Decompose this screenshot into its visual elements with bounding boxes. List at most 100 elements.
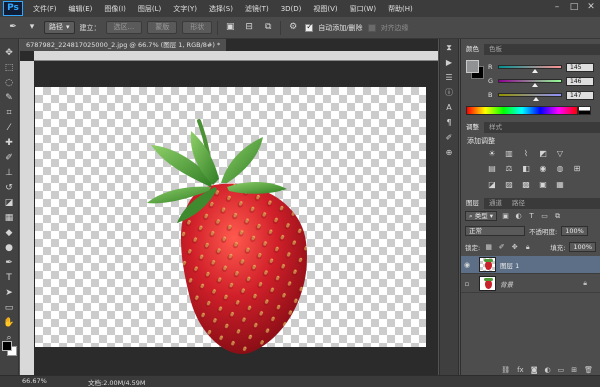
- tab-color[interactable]: 颜色: [461, 44, 484, 55]
- eraser-tool-icon[interactable]: ◪: [2, 197, 16, 209]
- minimize-icon[interactable]: –: [550, 1, 564, 14]
- lock-position-icon[interactable]: ✥: [510, 243, 519, 252]
- menu-layer[interactable]: 图层(L): [132, 4, 167, 14]
- tab-layers[interactable]: 图层: [461, 198, 484, 209]
- menu-3d[interactable]: 3D(D): [275, 5, 308, 13]
- layer-row-background[interactable]: ▫ 背景 🔒︎: [461, 275, 600, 293]
- make-shape-button[interactable]: 形状: [182, 21, 213, 34]
- actions-icon[interactable]: ▶: [443, 58, 455, 68]
- channel-mixer-icon[interactable]: ◍: [555, 164, 565, 173]
- rectangle-tool-icon[interactable]: ▭: [2, 302, 16, 314]
- tab-channels[interactable]: 通道: [484, 198, 507, 209]
- gradient-tool-icon[interactable]: ▦: [2, 212, 16, 224]
- red-value-input[interactable]: 145: [566, 62, 594, 72]
- green-slider[interactable]: [498, 79, 562, 87]
- marquee-tool-icon[interactable]: ⬚: [2, 62, 16, 74]
- gear-icon[interactable]: ⚙: [286, 21, 300, 34]
- quick-select-tool-icon[interactable]: ✎: [2, 92, 16, 104]
- black-white-ramp[interactable]: [578, 106, 591, 115]
- path-operations-icon[interactable]: ▣: [223, 21, 237, 34]
- lock-transparent-icon[interactable]: ▦: [484, 243, 493, 252]
- blue-slider-thumb[interactable]: [533, 97, 540, 101]
- character-icon[interactable]: A: [443, 103, 455, 113]
- new-group-icon[interactable]: ▭: [558, 365, 565, 375]
- history-icon[interactable]: ⧗: [443, 43, 455, 53]
- new-layer-icon[interactable]: ⊞: [571, 365, 577, 375]
- layer-style-icon[interactable]: fx: [517, 365, 524, 375]
- document-tab[interactable]: 6787982_224817025000_2.jpg @ 66.7% (图层 1…: [20, 39, 227, 51]
- visibility-eye-icon[interactable]: ◉: [461, 261, 473, 269]
- move-tool-icon[interactable]: ✥: [2, 47, 16, 59]
- color-balance-icon[interactable]: ⚖: [504, 164, 514, 173]
- foreground-color-swatch[interactable]: [466, 60, 479, 73]
- chevron-down-icon[interactable]: ▾: [25, 21, 39, 34]
- red-slider-thumb[interactable]: [532, 69, 539, 73]
- crop-tool-icon[interactable]: ⌗: [2, 107, 16, 119]
- menu-edit[interactable]: 编辑(E): [63, 4, 99, 14]
- menu-help[interactable]: 帮助(H): [382, 4, 419, 14]
- adjustment-layer-icon[interactable]: ◐: [545, 365, 551, 375]
- green-value-input[interactable]: 146: [566, 76, 594, 86]
- selective-color-icon[interactable]: ▣: [538, 180, 548, 189]
- clone-source-icon[interactable]: ⊕: [443, 148, 455, 158]
- levels-icon[interactable]: ▥: [504, 149, 514, 158]
- black-white-icon[interactable]: ◧: [521, 164, 531, 173]
- menu-select[interactable]: 选择(S): [203, 4, 239, 14]
- posterize-icon[interactable]: ▨: [504, 180, 514, 189]
- pen-tool-icon[interactable]: ✒: [6, 21, 20, 34]
- type-filter-icon[interactable]: T: [527, 212, 536, 221]
- curves-icon[interactable]: ⌇: [521, 149, 531, 158]
- tab-swatches[interactable]: 色板: [484, 44, 507, 55]
- hand-tool-icon[interactable]: ✋: [2, 317, 16, 329]
- path-alignment-icon[interactable]: ⊟: [242, 21, 256, 34]
- maximize-icon[interactable]: □: [567, 1, 581, 14]
- menu-file[interactable]: 文件(F): [27, 4, 63, 14]
- menu-type[interactable]: 文字(Y): [167, 4, 203, 14]
- blue-slider[interactable]: [498, 93, 562, 101]
- layer-name[interactable]: 图层 1: [500, 260, 519, 270]
- gradient-map-icon[interactable]: ▦: [555, 180, 565, 189]
- hue-saturation-icon[interactable]: ▤: [487, 164, 497, 173]
- clone-stamp-tool-icon[interactable]: ⊥: [2, 167, 16, 179]
- align-edges-checkbox[interactable]: [367, 23, 376, 32]
- make-selection-button[interactable]: 选区...: [105, 21, 143, 34]
- shape-filter-icon[interactable]: ▭: [540, 212, 549, 221]
- invert-icon[interactable]: ◪: [487, 180, 497, 189]
- lock-all-icon[interactable]: 🔒︎: [523, 243, 532, 252]
- canvas[interactable]: [35, 87, 426, 354]
- zoom-level[interactable]: 66.67%: [22, 377, 47, 385]
- fill-input[interactable]: 100%: [569, 242, 596, 252]
- layer-filter-select[interactable]: ⌕ 类型 ▾: [465, 211, 498, 221]
- healing-brush-tool-icon[interactable]: ✚: [2, 137, 16, 149]
- blend-mode-select[interactable]: 正常: [465, 226, 525, 236]
- add-mask-icon[interactable]: ◙: [531, 365, 538, 375]
- blue-value-input[interactable]: 147: [566, 90, 594, 100]
- menu-window[interactable]: 窗口(W): [344, 4, 382, 14]
- menu-view[interactable]: 视图(V): [307, 4, 343, 14]
- link-layers-icon[interactable]: ⛓: [501, 365, 510, 375]
- paragraph-icon[interactable]: ¶: [443, 118, 455, 128]
- make-mask-button[interactable]: 蒙版: [147, 21, 178, 34]
- menu-image[interactable]: 图像(I): [98, 4, 132, 14]
- type-tool-icon[interactable]: T: [2, 272, 16, 284]
- path-selection-tool-icon[interactable]: ➤: [2, 287, 16, 299]
- brightness-icon[interactable]: ☀: [487, 149, 497, 158]
- close-icon[interactable]: ✕: [584, 1, 598, 14]
- path-mode-select[interactable]: 路径 ▾: [44, 21, 75, 34]
- lasso-tool-icon[interactable]: ◌: [2, 77, 16, 89]
- foreground-color-swatch[interactable]: [2, 341, 12, 351]
- auto-add-delete-checkbox[interactable]: [305, 22, 314, 32]
- threshold-icon[interactable]: ▩: [521, 180, 531, 189]
- visibility-empty-box[interactable]: ▫: [461, 280, 473, 288]
- layer-row-layer1[interactable]: ◉ 图层 1: [461, 256, 600, 274]
- tab-paths[interactable]: 路径: [507, 198, 530, 209]
- red-slider[interactable]: [498, 65, 562, 73]
- info-icon[interactable]: ⓘ: [443, 88, 455, 98]
- color-lookup-icon[interactable]: ⊞: [572, 164, 582, 173]
- blur-tool-icon[interactable]: ◆: [2, 227, 16, 239]
- tab-adjustments[interactable]: 调整: [461, 122, 484, 133]
- layer-name[interactable]: 背景: [500, 279, 513, 289]
- dodge-tool-icon[interactable]: ●: [2, 242, 16, 254]
- exposure-icon[interactable]: ◩: [538, 149, 548, 158]
- path-arrangement-icon[interactable]: ⧉: [261, 21, 275, 34]
